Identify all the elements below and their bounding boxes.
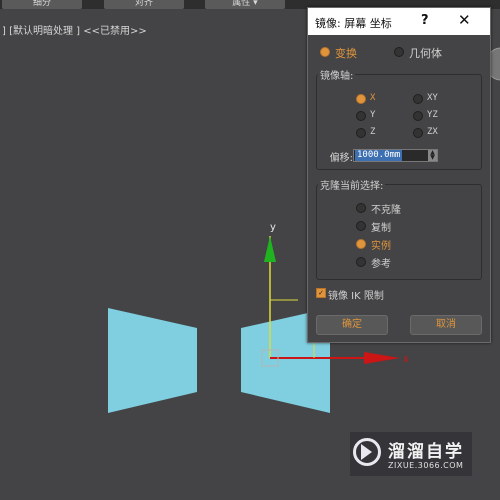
watermark: 溜溜自学 ZIXUE.3066.COM [350, 432, 472, 476]
clone-group [316, 184, 482, 280]
mirrored-shape-left[interactable] [108, 308, 197, 413]
mirror-ik-label[interactable]: 镜像 IK 限制 [328, 287, 384, 302]
dialog-title: 镜像: 屏幕 坐标 [315, 17, 392, 30]
mirror-axis-title: 镜像轴: [318, 67, 356, 82]
x-axis-label: x [403, 354, 409, 365]
axis-y-label[interactable]: Y [370, 110, 375, 120]
clone-copy-label[interactable]: 复制 [371, 219, 391, 234]
ok-button[interactable]: 确定 [316, 315, 388, 335]
clone-none-radio[interactable] [356, 203, 366, 213]
transform-label[interactable]: 变换 [335, 45, 357, 61]
axis-xy-label[interactable]: XY [427, 93, 438, 103]
clone-reference-radio[interactable] [356, 257, 366, 267]
watermark-title: 溜溜自学 [388, 442, 464, 462]
axis-y-radio[interactable] [356, 111, 366, 121]
axis-yz-radio[interactable] [413, 111, 423, 121]
axis-z-radio[interactable] [356, 128, 366, 138]
axis-zx-radio[interactable] [413, 128, 423, 138]
transform-radio[interactable] [320, 47, 330, 57]
play-triangle-icon [361, 444, 372, 460]
axis-zx-label[interactable]: ZX [427, 127, 438, 137]
clone-instance-radio[interactable] [356, 239, 366, 249]
axis-x-radio[interactable] [356, 94, 366, 104]
y-axis-label: y [270, 222, 276, 233]
axis-z-label[interactable]: Z [370, 127, 375, 137]
close-button[interactable]: ✕ [458, 11, 471, 29]
offset-label: 偏移: [329, 153, 353, 164]
axis-xy-radio[interactable] [413, 94, 423, 104]
offset-value[interactable]: 1000.0mm [355, 150, 403, 161]
clone-instance-label[interactable]: 实例 [371, 237, 391, 252]
help-button[interactable]: ? [421, 13, 429, 28]
clone-copy-radio[interactable] [356, 221, 366, 231]
axis-yz-label[interactable]: YZ [427, 110, 438, 120]
dialog-titlebar[interactable]: 镜像: 屏幕 坐标 ? ✕ [308, 8, 490, 35]
geometry-radio[interactable] [394, 47, 404, 57]
clone-title: 克隆当前选择: [318, 177, 386, 192]
spinner-arrows-icon[interactable]: ▲ ▼ [428, 150, 437, 161]
clone-reference-label[interactable]: 参考 [371, 255, 391, 270]
cancel-button[interactable]: 取消 [410, 315, 482, 335]
gizmo-y-arrow[interactable] [264, 236, 276, 262]
geometry-label[interactable]: 几何体 [409, 45, 442, 61]
axis-x-label[interactable]: X [370, 93, 375, 103]
offset-spinner[interactable]: 1000.0mm ▲ ▼ [353, 149, 438, 162]
gizmo-x-arrow[interactable] [364, 352, 400, 364]
mirror-ik-checkbox[interactable]: ✓ [316, 288, 326, 298]
mirror-dialog: 镜像: 屏幕 坐标 ? ✕ 变换 几何体 镜像轴: X XY Y YZ Z ZX… [307, 7, 491, 343]
clone-none-label[interactable]: 不克隆 [371, 201, 401, 216]
watermark-url: ZIXUE.3066.COM [388, 461, 464, 470]
